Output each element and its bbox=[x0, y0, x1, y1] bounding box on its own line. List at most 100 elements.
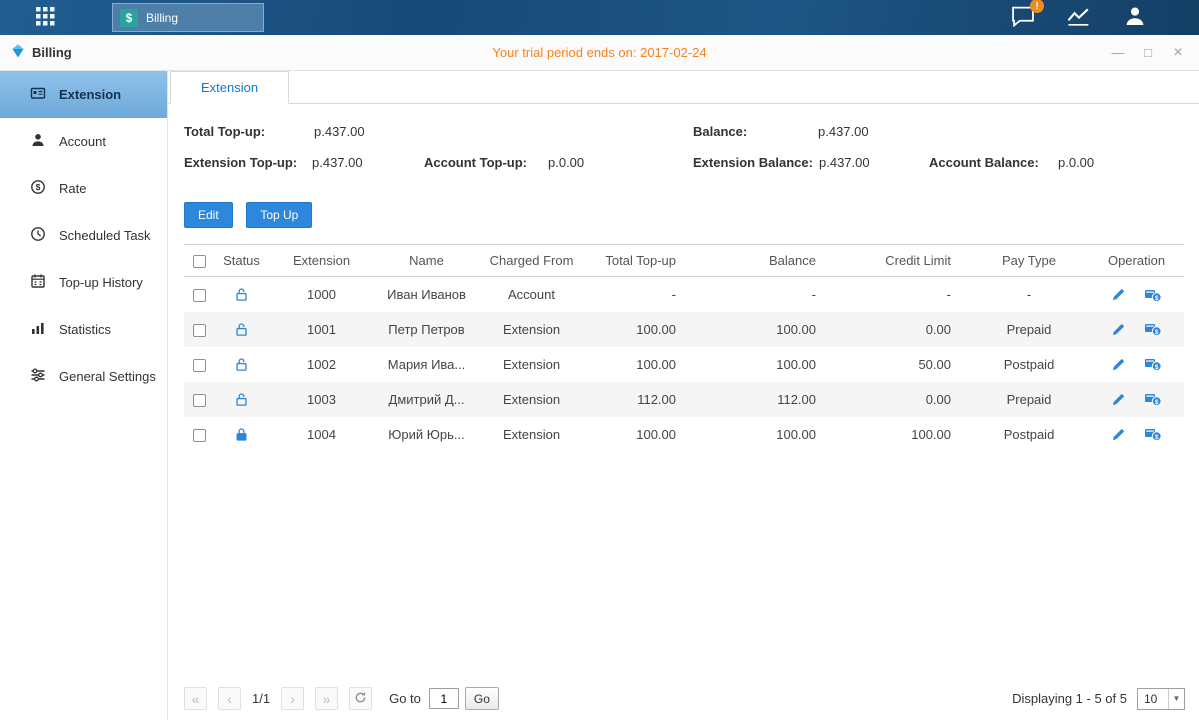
trial-notice: Your trial period ends on: 2017-02-24 bbox=[492, 45, 706, 60]
statistics-monitor-button[interactable] bbox=[1066, 6, 1093, 30]
sidebar-item-topup-history[interactable]: Top-up History bbox=[0, 259, 167, 306]
sidebar-item-rate[interactable]: $ Rate bbox=[0, 165, 167, 212]
cell-operation: $ bbox=[1089, 312, 1184, 347]
row-checkbox[interactable] bbox=[193, 394, 206, 407]
select-all-checkbox[interactable] bbox=[193, 255, 206, 268]
chevron-down-icon: ▼ bbox=[1168, 689, 1184, 709]
extension-balance-label: Extension Balance: bbox=[693, 155, 813, 170]
unlock-icon bbox=[234, 286, 249, 301]
cell-charged-from: Extension bbox=[479, 347, 584, 382]
account-topup-value: p.0.00 bbox=[548, 155, 584, 170]
minimize-icon[interactable]: — bbox=[1111, 45, 1125, 60]
last-page-button[interactable]: » bbox=[315, 687, 338, 710]
cell-pay-type: Prepaid bbox=[969, 382, 1089, 417]
topup-icon[interactable]: $ bbox=[1144, 391, 1162, 408]
cell-balance: 100.00 bbox=[694, 417, 834, 452]
account-balance-label: Account Balance: bbox=[929, 155, 1039, 170]
header-extension: Extension bbox=[269, 245, 374, 277]
first-page-button[interactable]: « bbox=[184, 687, 207, 710]
total-topup-label: Total Top-up: bbox=[184, 124, 265, 139]
extension-topup-label: Extension Top-up: bbox=[184, 155, 297, 170]
apps-grid-button[interactable] bbox=[36, 7, 55, 29]
content-tabstrip: Extension bbox=[168, 71, 1199, 104]
cell-charged-from: Account bbox=[479, 277, 584, 312]
sidebar: Extension Account $ Rate bbox=[0, 71, 168, 720]
header-credit-limit: Credit Limit bbox=[834, 245, 969, 277]
maximize-icon[interactable]: □ bbox=[1141, 45, 1155, 60]
sidebar-item-extension[interactable]: Extension bbox=[0, 71, 167, 118]
page-size-select[interactable]: 10 ▼ bbox=[1137, 688, 1185, 710]
cell-operation: $ bbox=[1089, 347, 1184, 382]
cell-name: Мария Ива... bbox=[374, 347, 479, 382]
row-checkbox[interactable] bbox=[193, 324, 206, 337]
goto-label: Go to bbox=[389, 691, 421, 706]
close-icon[interactable]: × bbox=[1171, 44, 1185, 62]
balance-label: Balance: bbox=[693, 124, 747, 139]
table-header-row: Status Extension Name Charged From Total… bbox=[184, 245, 1184, 277]
cell-credit-limit: 0.00 bbox=[834, 312, 969, 347]
table-row: 1003Дмитрий Д...Extension112.00112.000.0… bbox=[184, 382, 1184, 417]
sidebar-item-statistics[interactable]: Statistics bbox=[0, 306, 167, 353]
edit-button[interactable]: Edit bbox=[184, 202, 233, 228]
goto-page-input[interactable] bbox=[429, 688, 459, 709]
refresh-button[interactable] bbox=[349, 687, 372, 710]
edit-icon[interactable] bbox=[1111, 321, 1126, 337]
main-content: Extension Total Top-up: p.437.00 Balance… bbox=[168, 71, 1199, 720]
tab-extension[interactable]: Extension bbox=[170, 71, 289, 104]
billing-dollar-icon: $ bbox=[120, 9, 138, 27]
topbar-billing-tab[interactable]: $ Billing bbox=[112, 3, 264, 32]
sidebar-item-account[interactable]: Account bbox=[0, 118, 167, 165]
header-pay-type: Pay Type bbox=[969, 245, 1089, 277]
cell-name: Петр Петров bbox=[374, 312, 479, 347]
sidebar-item-label: Rate bbox=[59, 181, 86, 196]
account-person-icon bbox=[30, 132, 46, 151]
apps-grid-icon bbox=[36, 7, 55, 29]
billing-diamond-icon bbox=[10, 43, 26, 62]
topup-icon[interactable]: $ bbox=[1144, 286, 1162, 303]
edit-icon[interactable] bbox=[1111, 426, 1126, 442]
cell-charged-from: Extension bbox=[479, 312, 584, 347]
sidebar-item-label: Scheduled Task bbox=[59, 228, 151, 243]
top-up-button[interactable]: Top Up bbox=[246, 202, 312, 228]
cell-total-topup: 100.00 bbox=[584, 312, 694, 347]
cell-extension: 1003 bbox=[269, 382, 374, 417]
topup-icon[interactable]: $ bbox=[1144, 356, 1162, 373]
sidebar-item-label: Account bbox=[59, 134, 106, 149]
sidebar-item-scheduled-task[interactable]: Scheduled Task bbox=[0, 212, 167, 259]
svg-text:$: $ bbox=[1155, 329, 1159, 336]
topbar-billing-tab-label: Billing bbox=[146, 11, 178, 25]
edit-icon[interactable] bbox=[1111, 356, 1126, 372]
cell-balance: 112.00 bbox=[694, 382, 834, 417]
topup-icon[interactable]: $ bbox=[1144, 426, 1162, 443]
sidebar-item-label: Extension bbox=[59, 87, 121, 102]
balance-value: p.437.00 bbox=[818, 124, 869, 139]
row-checkbox[interactable] bbox=[193, 359, 206, 372]
refresh-icon bbox=[354, 691, 367, 707]
row-checkbox[interactable] bbox=[193, 429, 206, 442]
header-charged-from: Charged From bbox=[479, 245, 584, 277]
person-icon bbox=[1123, 5, 1147, 30]
cell-pay-type: Postpaid bbox=[969, 417, 1089, 452]
edit-icon[interactable] bbox=[1111, 391, 1126, 407]
messages-button[interactable]: ! bbox=[1010, 5, 1036, 30]
table-row: 1004Юрий Юрь...Extension100.00100.00100.… bbox=[184, 417, 1184, 452]
header-status: Status bbox=[214, 245, 269, 277]
line-chart-icon bbox=[1066, 6, 1093, 30]
next-page-button[interactable]: › bbox=[281, 687, 304, 710]
go-button[interactable]: Go bbox=[465, 687, 499, 710]
prev-page-button[interactable]: ‹ bbox=[218, 687, 241, 710]
header-total-topup: Total Top-up bbox=[584, 245, 694, 277]
user-account-button[interactable] bbox=[1123, 5, 1147, 30]
calendar-history-icon bbox=[30, 273, 46, 292]
balance-summary: Total Top-up: p.437.00 Balance: p.437.00… bbox=[184, 124, 1185, 188]
cell-name: Дмитрий Д... bbox=[374, 382, 479, 417]
sidebar-item-general-settings[interactable]: General Settings bbox=[0, 353, 167, 400]
topup-icon[interactable]: $ bbox=[1144, 321, 1162, 338]
cell-extension: 1001 bbox=[269, 312, 374, 347]
cell-extension: 1004 bbox=[269, 417, 374, 452]
row-checkbox[interactable] bbox=[193, 289, 206, 302]
account-balance-value: p.0.00 bbox=[1058, 155, 1094, 170]
cell-extension: 1000 bbox=[269, 277, 374, 312]
cell-pay-type: - bbox=[969, 277, 1089, 312]
edit-icon[interactable] bbox=[1111, 286, 1126, 302]
